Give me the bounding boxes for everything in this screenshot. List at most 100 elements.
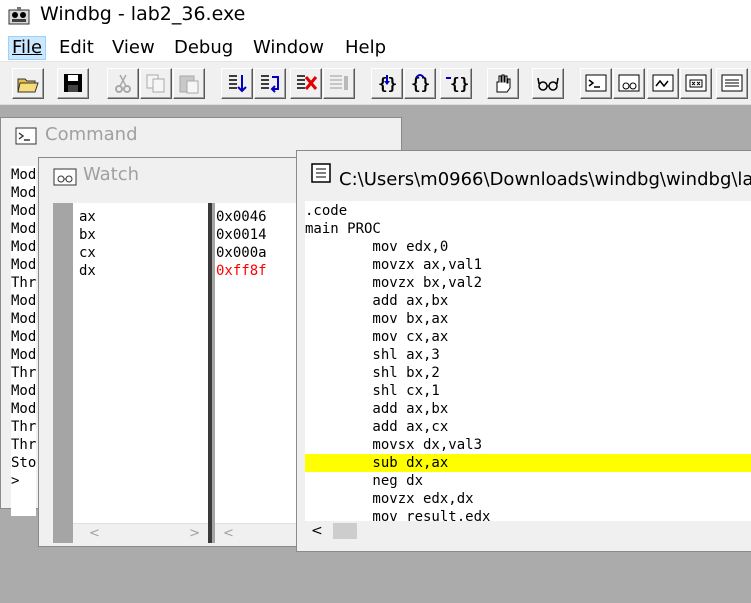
source-window[interactable]: C:\Users\m0966\Downloads\windbg\windbg\l… [296,150,751,552]
source-line[interactable]: add ax,bx [305,292,751,310]
registers-window-icon [685,74,707,92]
source-line[interactable]: movzx bx,val2 [305,274,751,292]
source-code-view[interactable]: .code main PROC mov edx,0 movzx ax,val1 m… [305,201,751,521]
watch-row-name[interactable]: ax [79,208,96,226]
watch-window-title: Watch [83,164,140,185]
source-window-titlebar[interactable]: C:\Users\m0966\Downloads\windbg\windbg\l… [297,151,751,190]
step-list-button[interactable] [221,68,253,99]
scroll-left-arrow-icon[interactable]: < [223,524,234,544]
watch-grid[interactable]: ax bx cx dx 0x0046 0x0014 0x000a 0xff8f < > < [53,203,298,544]
open-button[interactable] [12,68,44,99]
source-line[interactable]: mov result,edx [305,508,751,521]
command-output-line: Thr [11,419,36,435]
svg-text:{}: {} [411,74,430,93]
copy-button[interactable] [140,68,172,99]
break-button[interactable] [323,68,355,99]
insert-breakpoint-button[interactable] [487,68,519,99]
watch-names-column[interactable]: ax bx cx dx [79,208,96,280]
source-hscrollbar[interactable]: < [305,521,751,541]
windbg-app-icon [8,7,30,25]
command-output-line: Mod [11,383,36,399]
command-output-line: Thr [11,365,36,381]
source-line[interactable]: mov bx,ax [305,310,751,328]
command-window-button[interactable] [580,68,612,99]
source-line[interactable]: shl bx,2 [305,364,751,382]
command-output-line: Mod [11,257,36,273]
registers-window-button[interactable] [680,68,712,99]
source-line[interactable]: main PROC [305,220,751,238]
watch-values-column[interactable]: 0x0046 0x0014 0x000a 0xff8f [216,208,267,280]
watch-values-hscrollbar[interactable]: < [215,523,298,544]
scroll-thumb[interactable] [333,523,357,539]
command-window-titlebar[interactable]: Command [1,118,401,152]
scroll-right-arrow-icon[interactable]: > [189,524,200,544]
open-icon [17,78,39,93]
glasses-button[interactable] [532,68,564,99]
step-over-button[interactable]: {} [404,68,436,99]
source-line[interactable]: mov cx,ax [305,328,751,346]
cut-button[interactable] [107,68,139,99]
command-output[interactable]: Mod Mod Mod Mod Mod Mod Thr Mod Mod Mod Mod Thr Mod M… [11,166,36,516]
menu-edit[interactable]: Edit [59,37,94,59]
watch-names-hscrollbar[interactable]: < > [73,523,208,544]
watch-row-value[interactable]: 0x000a [216,244,267,262]
source-line[interactable]: shl cx,1 [305,382,751,400]
watch-row-value[interactable]: 0x0046 [216,208,267,226]
step-into-icon: {} [378,74,397,93]
command-output-line: Mod [11,293,36,309]
command-output-line: Thr [11,437,36,453]
menu-debug[interactable]: Debug [174,37,233,59]
watch-row-value[interactable]: 0x0014 [216,226,267,244]
command-output-line: Mod [11,329,36,345]
source-line[interactable]: movsx dx,val3 [305,436,751,454]
memory-window-button[interactable] [716,68,748,99]
watch-gutter [53,203,73,543]
menu-help[interactable]: Help [345,37,386,59]
paste-button[interactable] [173,68,205,99]
watch-row-name[interactable]: bx [79,226,96,244]
menu-view[interactable]: View [112,37,155,59]
menu-bar: File Edit View Debug Window Help [0,33,751,62]
step-out-button[interactable]: {} [440,68,472,99]
source-line[interactable]: shl ax,3 [305,346,751,364]
glasses-icon [537,77,559,91]
memory-window-icon [721,74,743,92]
command-window-icon [15,127,37,145]
command-output-line: Mod [11,311,36,327]
menu-window[interactable]: Window [253,37,324,59]
locals-window-button[interactable] [647,68,679,99]
go-button[interactable] [254,68,286,99]
break-icon [330,75,348,90]
command-output-line: > [11,473,20,489]
source-line[interactable]: .code [305,202,751,220]
current-source-line[interactable]: sub dx,ax [305,454,751,472]
command-output-line: Thr [11,275,36,291]
source-line[interactable]: movzx edx,dx [305,490,751,508]
step-into-button[interactable]: {} [371,68,403,99]
source-line[interactable]: neg dx [305,472,751,490]
source-window-title: C:\Users\m0966\Downloads\windbg\windbg\l… [339,169,751,190]
menu-file[interactable]: File [8,36,47,60]
stop-debugging-button[interactable] [290,68,322,99]
watch-window-icon [618,74,640,92]
watch-row-name[interactable]: dx [79,262,96,280]
command-output-line: Sto [11,455,36,471]
save-button[interactable] [57,68,89,99]
scroll-left-arrow-icon[interactable]: < [311,521,323,541]
command-window-icon [585,74,607,92]
watch-row-value[interactable]: 0xff8f [216,262,267,280]
source-line[interactable]: movzx ax,val1 [305,256,751,274]
source-line[interactable]: add ax,cx [305,418,751,436]
command-output-line: Mod [11,185,36,201]
command-output-line: Mod [11,347,36,363]
source-line[interactable]: mov edx,0 [305,238,751,256]
watch-window-titlebar[interactable]: Watch [39,158,304,192]
source-line[interactable]: add ax,bx [305,400,751,418]
watch-window[interactable]: Watch ax bx cx dx 0x0046 0x0014 0x000a 0xff8f … [38,157,305,547]
scroll-left-arrow-icon[interactable]: < [89,524,100,544]
copy-icon [146,74,165,93]
watch-row-name[interactable]: cx [79,244,96,262]
command-output-line: Mod [11,239,36,255]
title-bar: Windbg - lab2_36.exe [0,0,751,33]
watch-window-button[interactable] [613,68,645,99]
